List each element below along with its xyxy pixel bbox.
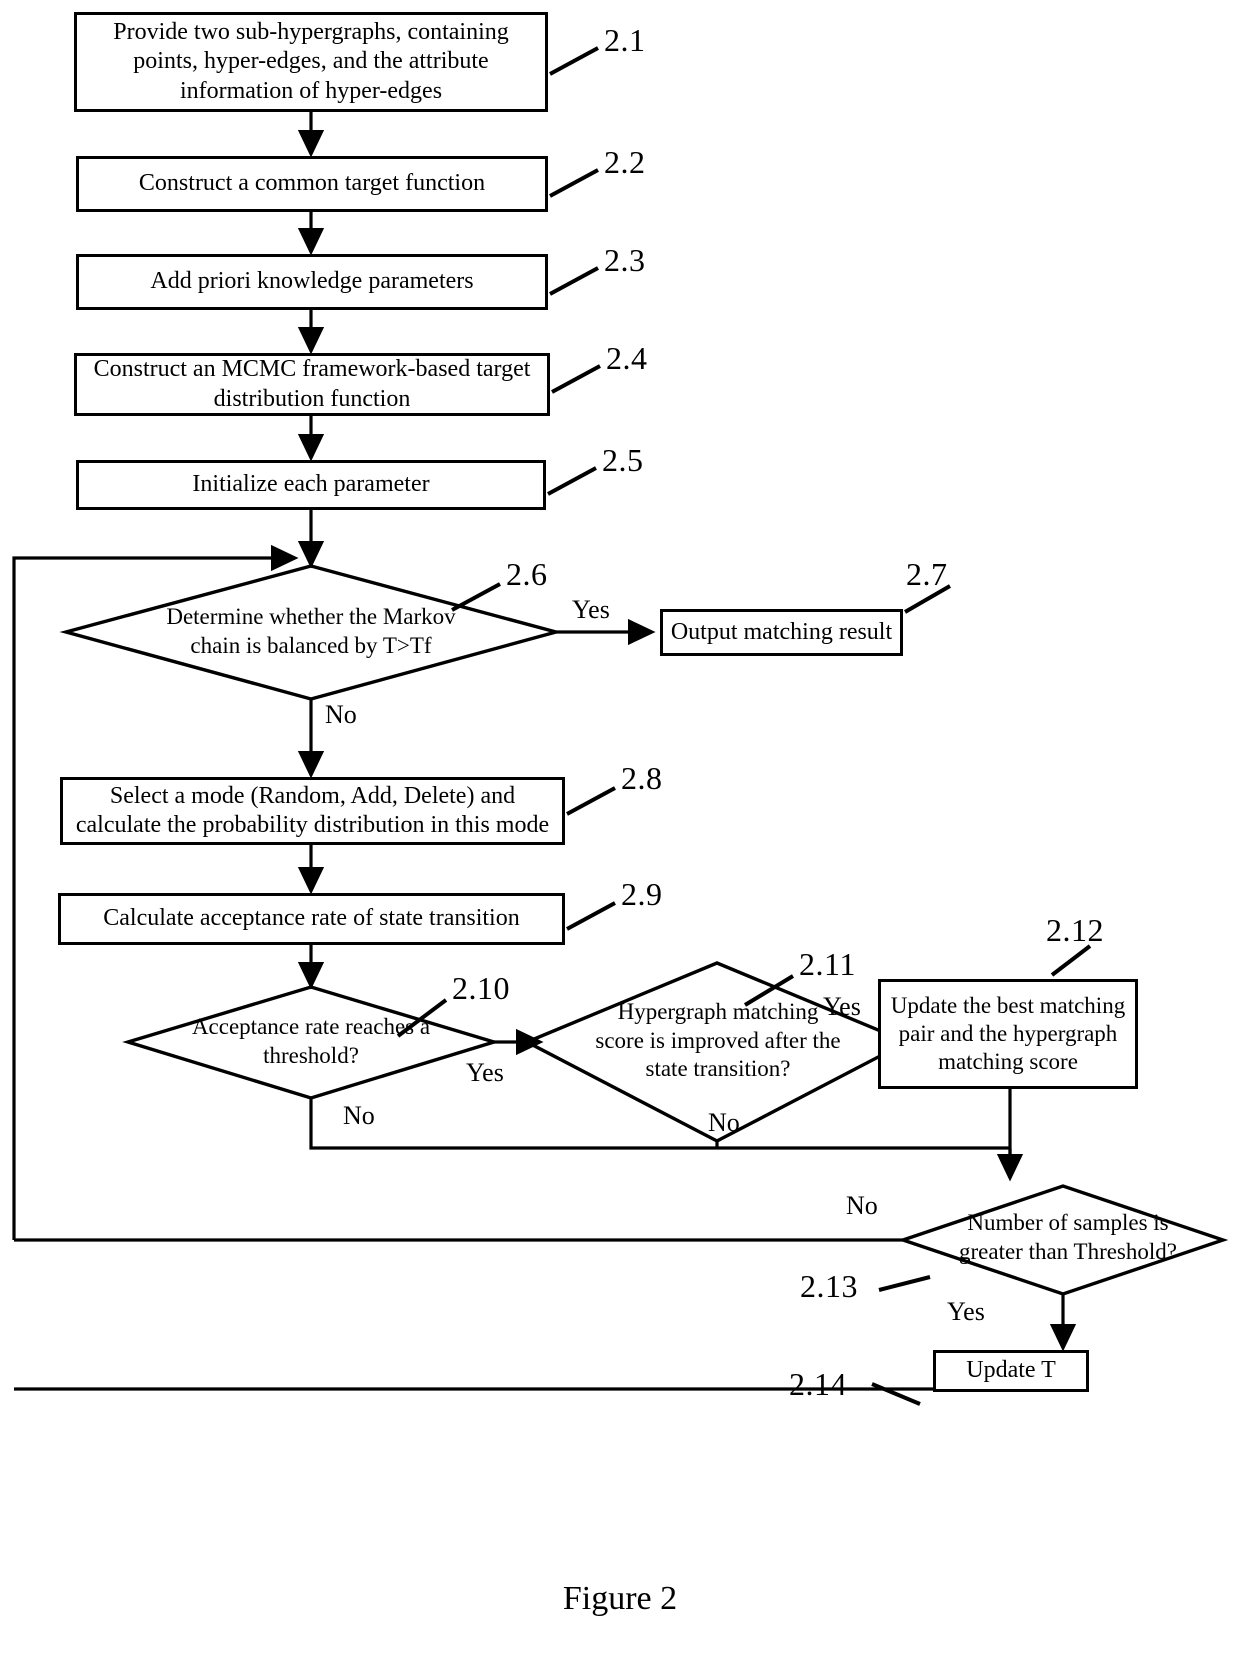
process-box-2-3-label: Add priori knowledge parameters bbox=[150, 268, 474, 295]
edge-label-2-11-no: No bbox=[708, 1108, 740, 1137]
ref-numeral-2-13: 2.13 bbox=[800, 1268, 858, 1304]
ref-numeral-2-11: 2.11 bbox=[799, 946, 856, 982]
ref-numeral-2-6: 2.6 bbox=[506, 556, 548, 592]
process-box-2-9-label: Calculate acceptance rate of state trans… bbox=[103, 905, 520, 932]
figure-caption: Figure 2 bbox=[562, 1580, 678, 1617]
figure-2-flowchart: Provide two sub-hypergraphs, containing … bbox=[0, 0, 1240, 1662]
ref-numeral-2-1: 2.1 bbox=[604, 22, 646, 58]
edge-label-2-6-no: No bbox=[325, 700, 357, 729]
decision-shape-2.13 bbox=[897, 1184, 1229, 1296]
process-box-2-8-label: Select a mode (Random, Add, Delete) and … bbox=[75, 782, 550, 838]
process-box-2-9: Calculate acceptance rate of state trans… bbox=[58, 893, 565, 945]
edge-label-2-13-yes: Yes bbox=[947, 1297, 985, 1326]
edge-2.10-no-join bbox=[309, 1098, 1010, 1150]
process-box-2-4: Construct an MCMC framework-based target… bbox=[74, 353, 550, 416]
ref-numeral-2-5: 2.5 bbox=[602, 442, 644, 478]
edge-label-2-10-no: No bbox=[343, 1101, 375, 1130]
ref-numeral-2-14: 2.14 bbox=[789, 1366, 847, 1402]
process-box-2-14: Update T bbox=[933, 1350, 1089, 1392]
ref-numeral-2-12: 2.12 bbox=[1046, 912, 1104, 948]
process-box-2-5-label: Initialize each parameter bbox=[192, 471, 430, 498]
process-box-2-5: Initialize each parameter bbox=[76, 460, 546, 510]
process-box-2-3: Add priori knowledge parameters bbox=[76, 254, 548, 310]
edge-loop-bottom bbox=[14, 1240, 1220, 1444]
ref-numeral-2-8: 2.8 bbox=[621, 760, 663, 796]
process-box-2-12-label: Update the best matching pair and the hy… bbox=[890, 992, 1126, 1075]
process-box-2-12: Update the best matching pair and the hy… bbox=[878, 979, 1138, 1089]
ref-numeral-2-10: 2.10 bbox=[452, 970, 510, 1006]
edge-label-2-13-no: No bbox=[846, 1191, 878, 1220]
process-box-2-14-label: Update T bbox=[966, 1357, 1056, 1384]
process-box-2-4-label: Construct an MCMC framework-based target… bbox=[93, 356, 531, 412]
process-box-2-1: Provide two sub-hypergraphs, containing … bbox=[74, 12, 548, 112]
decision-shape-2.6 bbox=[59, 564, 563, 701]
ref-numeral-2-2: 2.2 bbox=[604, 144, 646, 180]
process-box-2-1-label: Provide two sub-hypergraphs, containing … bbox=[113, 19, 509, 104]
edge-label-2-10-yes: Yes bbox=[466, 1058, 504, 1087]
process-box-2-7: Output matching result bbox=[660, 609, 903, 656]
edge-label-2-6-yes: Yes bbox=[572, 595, 610, 624]
process-box-2-8: Select a mode (Random, Add, Delete) and … bbox=[60, 777, 565, 845]
process-box-2-2: Construct a common target function bbox=[76, 156, 548, 212]
ref-numeral-2-9: 2.9 bbox=[621, 876, 663, 912]
process-box-2-7-label: Output matching result bbox=[670, 618, 893, 645]
decision-shape-2.10 bbox=[122, 985, 500, 1100]
ref-numeral-2-4: 2.4 bbox=[606, 340, 648, 376]
ref-numeral-2-3: 2.3 bbox=[604, 242, 646, 278]
process-box-2-2-label: Construct a common target function bbox=[138, 170, 486, 197]
edge-label-2-11-yes: Yes bbox=[823, 992, 861, 1021]
ref-numeral-2-7: 2.7 bbox=[906, 556, 948, 592]
